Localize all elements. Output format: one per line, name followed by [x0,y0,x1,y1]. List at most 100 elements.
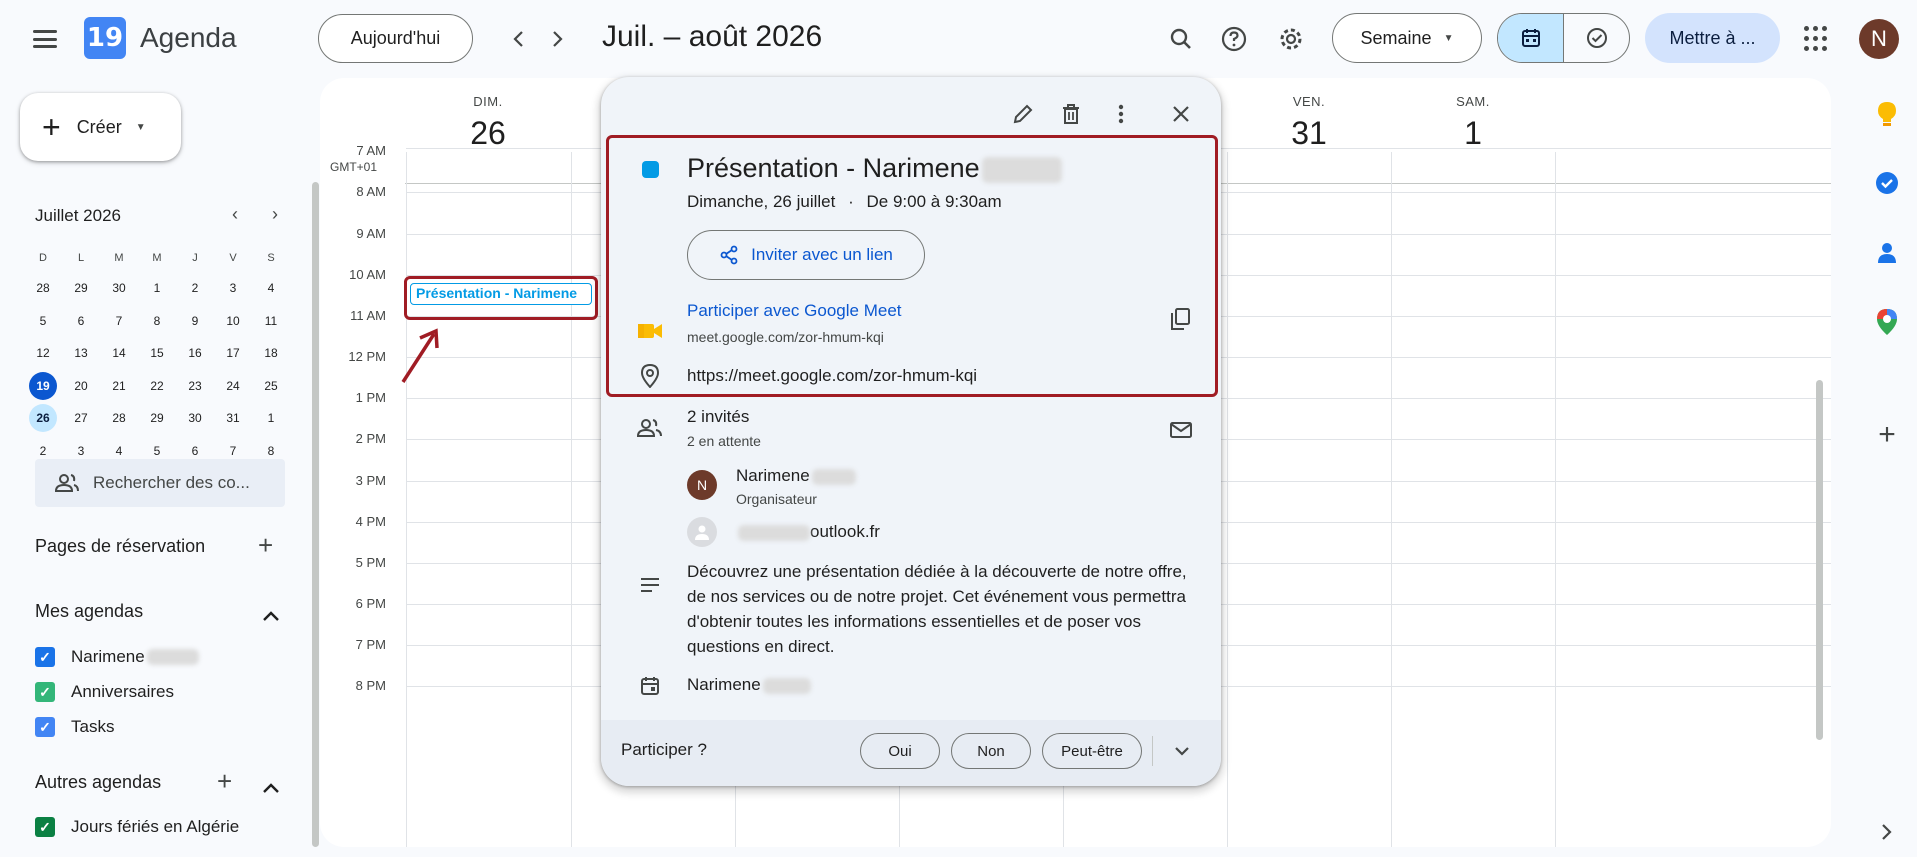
mini-calendar-day[interactable]: 18 [252,337,290,370]
guest-name-text: Narimene [736,466,810,485]
calendar-view-icon[interactable] [1498,14,1564,62]
mini-calendar-day[interactable]: 27 [62,402,100,435]
mini-calendar-day[interactable]: 30 [176,402,214,435]
search-people-input[interactable]: Rechercher des co... [35,459,285,507]
checkbox-checked-icon[interactable]: ✓ [35,682,55,702]
chevron-up-icon[interactable] [262,600,280,626]
mini-calendar-day[interactable]: 3 [214,272,252,305]
chevron-down-icon[interactable] [1167,736,1197,766]
edit-pencil-icon[interactable] [1006,97,1040,131]
mini-calendar-day[interactable]: 25 [252,370,290,403]
chevron-up-icon[interactable] [262,772,280,798]
weekday-label: M [152,252,162,264]
today-button[interactable]: Aujourd'hui [318,14,473,63]
mini-calendar-day[interactable]: 11 [252,305,290,338]
my-calendars-heading[interactable]: Mes agendas [35,601,143,622]
mini-calendar-day[interactable]: 20 [62,370,100,403]
mini-calendar-day[interactable]: 21 [100,370,138,403]
other-calendars-heading[interactable]: Autres agendas [35,772,161,793]
hour-label: 4 PM [355,514,386,529]
mini-calendar-day-number: 4 [115,443,123,458]
mini-calendar-day[interactable]: 4 [252,272,290,305]
tasks-view-icon[interactable] [1564,14,1629,62]
annotation-arrow-icon [401,328,439,383]
guest-avatar [687,517,717,547]
settings-gear-icon[interactable] [1272,20,1310,58]
help-icon[interactable] [1215,20,1253,58]
mini-calendar-day[interactable]: 10 [214,305,252,338]
mini-calendar-day[interactable]: 8 [138,305,176,338]
mini-calendar-day[interactable]: 1 [252,402,290,435]
calendar-item-tasks[interactable]: ✓ Tasks [35,714,114,740]
day-column-header[interactable]: VEN. 31 [1227,78,1391,152]
mini-calendar-day-number: 5 [39,313,47,328]
add-addon-icon[interactable]: + [1872,418,1902,451]
rsvp-maybe-button[interactable]: Peut-être [1042,733,1142,769]
add-other-calendar-icon[interactable]: + [217,768,232,794]
mini-calendar-day[interactable]: 14 [100,337,138,370]
mini-calendar-day[interactable]: 15 [138,337,176,370]
mini-calendar-day[interactable]: 19 [24,370,62,403]
mini-calendar-day[interactable]: 24 [214,370,252,403]
mini-calendar-next-icon[interactable]: › [264,204,286,225]
day-column-header[interactable]: SAM. 1 [1391,78,1555,152]
create-button[interactable]: + Créer ▼ [20,93,181,161]
calendar-item-anniversaires[interactable]: ✓ Anniversaires [35,679,174,705]
delete-trash-icon[interactable] [1054,97,1088,131]
description-icon [637,572,663,598]
mini-calendar-day[interactable]: 16 [176,337,214,370]
mini-calendar-day[interactable]: 9 [176,305,214,338]
mini-calendar-day-number: 28 [112,411,126,426]
add-booking-page-icon[interactable]: + [258,532,273,558]
mini-calendar-day[interactable]: 28 [24,272,62,305]
mini-calendar-day[interactable]: 22 [138,370,176,403]
mini-calendar-day[interactable]: 23 [176,370,214,403]
mini-calendar-day[interactable]: 30 [100,272,138,305]
mini-calendar-day[interactable]: 2 [176,272,214,305]
guest-email[interactable]: outlook.fr [736,522,880,542]
mini-calendar-day[interactable]: 6 [62,305,100,338]
booking-pages-heading[interactable]: Pages de réservation [35,536,205,557]
rsvp-no-button[interactable]: Non [951,733,1031,769]
rsvp-yes-button[interactable]: Oui [860,733,940,769]
mini-calendar-day-number: 9 [191,313,199,328]
guest-avatar: N [687,470,717,500]
mini-calendar-day[interactable]: 29 [62,272,100,305]
day-column-header[interactable]: DIM. 26 [406,78,570,152]
calendar-item-holidays[interactable]: ✓ Jours fériés en Algérie [35,814,239,840]
mini-calendar-day[interactable]: 17 [214,337,252,370]
mini-calendar-day[interactable]: 1 [138,272,176,305]
maps-icon[interactable] [1872,307,1902,337]
next-period-icon[interactable] [541,22,575,56]
sidebar-scrollbar[interactable] [312,182,319,847]
main-menu-icon[interactable] [28,24,62,54]
mini-calendar-day[interactable]: 5 [24,305,62,338]
guest-name[interactable]: Narimene [736,466,856,486]
previous-period-icon[interactable] [501,22,535,56]
mini-calendar-day[interactable]: 13 [62,337,100,370]
mini-calendar-prev-icon[interactable]: ‹ [224,204,246,225]
expand-panel-icon[interactable] [1872,817,1902,847]
mini-calendar-day[interactable]: 7 [100,305,138,338]
search-icon[interactable] [1162,20,1200,58]
checkbox-checked-icon[interactable]: ✓ [35,717,55,737]
mini-calendar-day[interactable]: 28 [100,402,138,435]
calendar-scrollbar[interactable] [1816,380,1823,740]
contacts-icon[interactable] [1872,238,1902,268]
mini-calendar-day[interactable]: 29 [138,402,176,435]
mini-calendar-day[interactable]: 31 [214,402,252,435]
checkbox-checked-icon[interactable]: ✓ [35,817,55,837]
keep-icon[interactable] [1872,99,1902,129]
calendar-item-narimene[interactable]: ✓ Narimene [35,644,199,670]
tasks-icon[interactable] [1872,168,1902,198]
google-apps-icon[interactable] [1804,26,1830,52]
view-selector[interactable]: Semaine ▼ [1332,13,1482,63]
close-icon[interactable] [1164,97,1198,131]
account-avatar[interactable]: N [1859,19,1899,59]
mini-calendar-day[interactable]: 12 [24,337,62,370]
mini-calendar-day[interactable]: 26 [24,402,62,435]
update-button[interactable]: Mettre à ... [1645,13,1780,63]
email-guests-icon[interactable] [1164,413,1198,447]
checkbox-checked-icon[interactable]: ✓ [35,647,55,667]
more-options-icon[interactable] [1104,97,1138,131]
